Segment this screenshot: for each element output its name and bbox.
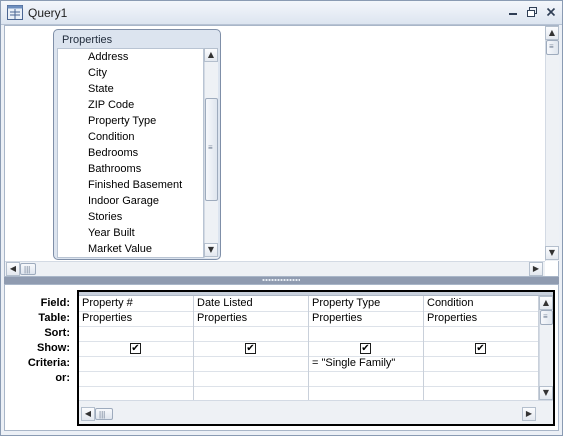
restore-button[interactable]: [525, 7, 539, 19]
row-label-table: Table:: [38, 312, 70, 324]
pane-splitter[interactable]: [4, 277, 559, 284]
row-label-criteria: Criteria:: [27, 357, 70, 369]
grid-column-4[interactable]: Condition Properties ✔: [424, 296, 539, 400]
grip-icon: ≡: [543, 312, 548, 321]
table-cell[interactable]: Properties: [427, 311, 477, 326]
field-item[interactable]: ZIP Code: [88, 97, 134, 113]
grid-hscrollbar[interactable]: ◀ ||| ▶: [79, 400, 553, 424]
field-item[interactable]: Year Built: [88, 225, 135, 241]
field-item[interactable]: State: [88, 81, 114, 97]
scroll-right-button[interactable]: ▶: [529, 262, 543, 276]
query-design-grid[interactable]: Property # Properties ✔ Date Listed Prop…: [77, 290, 555, 426]
field-item[interactable]: City: [88, 65, 107, 81]
field-cell[interactable]: Property #: [82, 296, 133, 311]
grip-icon: ≡: [208, 143, 213, 152]
field-item[interactable]: Condition: [88, 129, 134, 145]
field-list-body[interactable]: Address City State ZIP Code Property Typ…: [57, 48, 204, 258]
row-label-show: Show:: [37, 342, 70, 354]
show-checkbox[interactable]: ✔: [475, 343, 486, 354]
table-cell[interactable]: Properties: [312, 311, 362, 326]
scroll-down-button[interactable]: ▼: [204, 243, 218, 257]
grid-vscrollbar[interactable]: ▲ ≡ ▼: [539, 296, 553, 400]
table-pane-vscrollbar[interactable]: ▲ ≡ ▼: [545, 26, 559, 261]
minimize-icon: [509, 13, 517, 15]
scroll-left-button[interactable]: ◀: [81, 407, 95, 421]
field-item[interactable]: Bedrooms: [88, 145, 138, 161]
scroll-left-button[interactable]: ◀: [6, 262, 20, 276]
row-label-field: Field:: [40, 297, 70, 309]
field-item[interactable]: Address: [88, 49, 128, 65]
field-cell[interactable]: Property Type: [312, 296, 380, 311]
title-bar[interactable]: Query1: [1, 1, 562, 25]
show-checkbox[interactable]: ✔: [360, 343, 371, 354]
grip-icon: ≡: [549, 42, 554, 51]
query-window: Query1 Properties Address City State ZIP…: [0, 0, 563, 436]
table-pane-hscrollbar[interactable]: ◀ ||| ▶: [5, 261, 545, 276]
grid-column-3[interactable]: Property Type Properties ✔ = "Single Fam…: [309, 296, 424, 400]
show-checkbox[interactable]: ✔: [245, 343, 256, 354]
scroll-thumb[interactable]: ≡: [546, 40, 559, 55]
grid-column-2[interactable]: Date Listed Properties ✔: [194, 296, 309, 400]
scroll-down-button[interactable]: ▼: [539, 386, 553, 400]
design-grid-pane[interactable]: Field: Table: Sort: Show: Criteria: or: …: [4, 284, 559, 431]
scroll-thumb[interactable]: ≡: [540, 310, 553, 325]
restore-icon: [527, 7, 537, 17]
row-label-sort: Sort:: [44, 327, 70, 339]
field-cell[interactable]: Date Listed: [197, 296, 253, 311]
scroll-up-button[interactable]: ▲: [539, 296, 553, 310]
field-cell[interactable]: Condition: [427, 296, 473, 311]
criteria-cell[interactable]: = "Single Family": [312, 356, 395, 371]
table-cell[interactable]: Properties: [82, 311, 132, 326]
field-list-title[interactable]: Properties: [62, 34, 112, 46]
scroll-up-button[interactable]: ▲: [204, 48, 218, 62]
scroll-down-button[interactable]: ▼: [545, 246, 559, 260]
close-button[interactable]: [544, 7, 558, 19]
row-label-or: or:: [55, 372, 70, 384]
query-icon: [7, 5, 23, 20]
minimize-button[interactable]: [506, 7, 520, 19]
field-item[interactable]: Market Value: [88, 241, 152, 257]
field-item[interactable]: Indoor Garage: [88, 193, 159, 209]
scroll-up-button[interactable]: ▲: [545, 26, 559, 40]
field-item[interactable]: Finished Basement: [88, 177, 182, 193]
field-item[interactable]: Bathrooms: [88, 161, 141, 177]
field-list-scrollbar[interactable]: ▲ ≡ ▼: [204, 48, 218, 258]
window-title: Query1: [28, 6, 68, 20]
grip-icon: |||: [99, 410, 106, 419]
splitter-grip-icon: [262, 278, 300, 282]
show-checkbox[interactable]: ✔: [130, 343, 141, 354]
field-item[interactable]: Stories: [88, 209, 122, 225]
properties-field-list[interactable]: Properties Address City State ZIP Code P…: [53, 29, 221, 260]
close-icon: [546, 7, 556, 17]
scroll-thumb[interactable]: |||: [20, 263, 36, 275]
grid-column-1[interactable]: Property # Properties ✔: [79, 296, 194, 400]
table-pane[interactable]: Properties Address City State ZIP Code P…: [4, 25, 559, 277]
table-cell[interactable]: Properties: [197, 311, 247, 326]
field-item[interactable]: Property Type: [88, 113, 156, 129]
grip-icon: |||: [24, 265, 31, 274]
scroll-thumb[interactable]: ≡: [205, 98, 218, 201]
scroll-thumb[interactable]: |||: [95, 408, 113, 420]
scroll-right-button[interactable]: ▶: [522, 407, 536, 421]
